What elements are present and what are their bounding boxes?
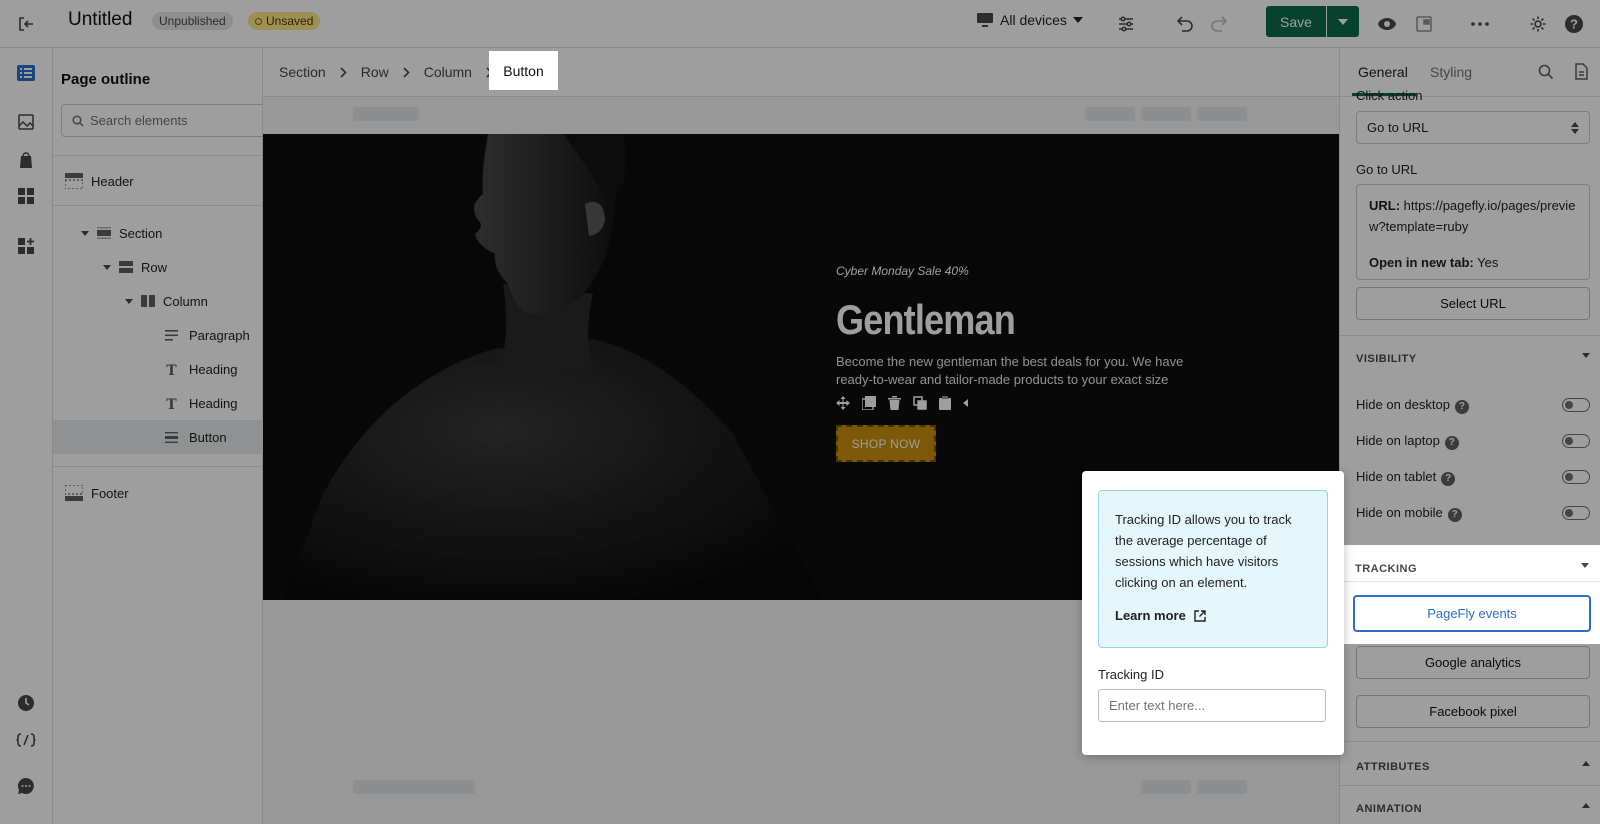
tracking-section-header[interactable]: TRACKING xyxy=(1355,563,1589,575)
external-link-icon xyxy=(1194,609,1206,622)
learn-more-label: Learn more xyxy=(1115,608,1186,623)
learn-more-link[interactable]: Learn more xyxy=(1115,605,1311,626)
tracking-info-callout: Tracking ID allows you to track the aver… xyxy=(1098,490,1328,648)
tracking-info-text: Tracking ID allows you to track the aver… xyxy=(1115,512,1292,590)
tracking-id-label: Tracking ID xyxy=(1098,667,1164,682)
divider xyxy=(1339,581,1600,582)
tracking-id-popover: Tracking ID allows you to track the aver… xyxy=(1082,471,1344,755)
caret-down-icon xyxy=(1581,563,1589,568)
tracking-id-input[interactable] xyxy=(1098,689,1326,722)
walkthrough-overlay xyxy=(0,0,1600,824)
pagefly-events-button[interactable]: PageFly events xyxy=(1353,595,1591,632)
breadcrumb-item-button[interactable]: Button xyxy=(489,51,558,90)
tracking-title: TRACKING xyxy=(1355,563,1418,575)
tracking-highlight: TRACKING PageFly events xyxy=(1339,545,1600,644)
